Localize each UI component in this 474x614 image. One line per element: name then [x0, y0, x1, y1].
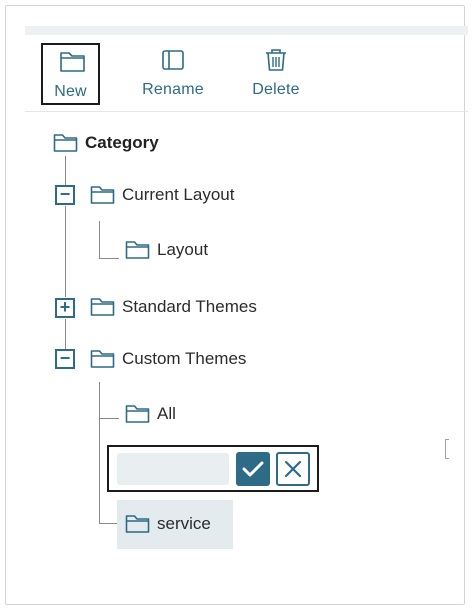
tree-node-label: Current Layout: [122, 185, 235, 204]
tree-connector: [65, 156, 66, 185]
tree-node-label: All: [157, 404, 176, 423]
tree-node-label: service: [157, 514, 211, 533]
new-folder-editor: [107, 445, 319, 492]
folder-icon: [90, 186, 115, 204]
folder-icon: [125, 515, 150, 533]
folder-icon: [53, 134, 78, 152]
tree-connector: [99, 382, 100, 523]
collapse-toggle[interactable]: −: [55, 185, 75, 205]
folder-icon: [90, 350, 115, 368]
tree-connector: [99, 418, 119, 419]
expand-toggle[interactable]: +: [55, 298, 75, 318]
collapse-toggle[interactable]: −: [55, 349, 75, 369]
tree-connector: [99, 523, 119, 524]
tree-node-label: Category: [85, 133, 159, 152]
tree-node-current-layout[interactable]: Current Layout: [90, 181, 234, 209]
tree-node-label: Custom Themes: [122, 349, 247, 368]
folder-icon: [125, 405, 150, 423]
tree-connector: [65, 319, 66, 349]
tree-connector: [65, 206, 66, 297]
tree-node-all[interactable]: All: [125, 400, 176, 428]
tree-node-label: Standard Themes: [122, 297, 257, 316]
new-folder-name-input[interactable]: [117, 453, 229, 485]
tree-node-layout[interactable]: Layout: [125, 236, 208, 264]
tree-connector: [99, 221, 100, 258]
tree-connector: [99, 258, 119, 259]
tree-node-label: Layout: [157, 240, 209, 259]
folder-icon: [125, 241, 150, 259]
resize-handle[interactable]: [445, 439, 449, 459]
cancel-button[interactable]: [276, 452, 310, 486]
tree-node-standard-themes[interactable]: Standard Themes: [90, 293, 257, 321]
tree-node-custom-themes[interactable]: Custom Themes: [90, 345, 246, 373]
tree-node-category[interactable]: Category: [53, 129, 159, 157]
confirm-button[interactable]: [236, 452, 270, 486]
tree-node-service[interactable]: service: [125, 510, 211, 538]
close-icon: [284, 460, 302, 478]
folder-icon: [90, 298, 115, 316]
category-tree: Category − Current Layout Layout + Stand…: [0, 0, 474, 614]
check-icon: [242, 461, 264, 477]
